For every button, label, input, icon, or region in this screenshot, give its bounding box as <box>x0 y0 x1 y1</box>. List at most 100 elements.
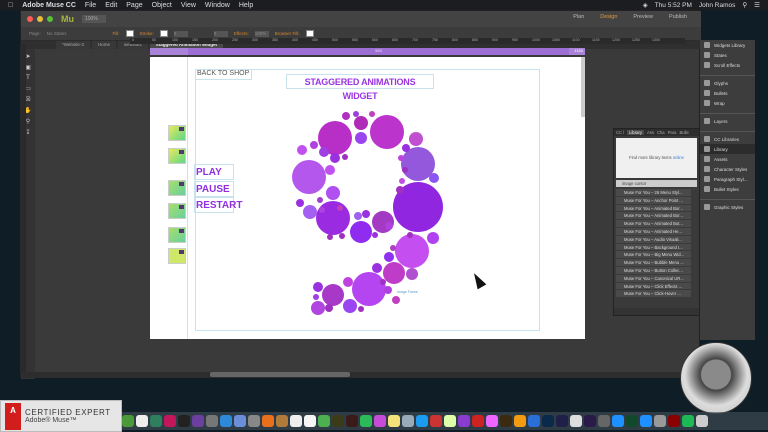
back-to-shop-link[interactable]: BACK TO SHOP <box>195 69 252 80</box>
wifi-icon[interactable]: ◈ <box>643 1 648 9</box>
panel-item-states[interactable]: States <box>700 50 755 60</box>
library-thumbnail[interactable] <box>168 203 186 219</box>
dock-app-icon[interactable] <box>276 415 288 427</box>
dock-app-icon[interactable] <box>178 415 190 427</box>
library-item[interactable]: Muse For You – Click-Hover ... <box>616 290 691 299</box>
text-tool-icon[interactable]: T <box>26 75 30 81</box>
dock-app-icon[interactable] <box>360 415 372 427</box>
menu-file[interactable]: File <box>85 2 96 9</box>
panel-item-character-styles[interactable]: Character Styles <box>700 164 755 174</box>
user-name[interactable]: John Ramos <box>699 2 736 9</box>
mode-publish[interactable]: Publish <box>669 14 687 20</box>
page-width-bar[interactable]: 960 1160 <box>150 48 585 55</box>
dock-app-icon[interactable] <box>430 415 442 427</box>
dock-app-icon[interactable] <box>136 415 148 427</box>
pause-button[interactable]: PAUSE <box>194 181 234 197</box>
dock-app-icon[interactable] <box>514 415 526 427</box>
notifications-icon[interactable]: ☰ <box>754 1 760 9</box>
library-item[interactable]: Muse For You – 26 Menu Styl... <box>616 189 691 197</box>
panel-item-layers[interactable]: Layers <box>700 116 755 126</box>
panel-item-bullet-styles[interactable]: Bullet Styles <box>700 184 755 194</box>
close-button[interactable] <box>27 16 33 22</box>
dock-app-icon[interactable] <box>682 415 694 427</box>
panel-item-scroll-effects[interactable]: Scroll Effects <box>700 60 755 70</box>
dock-app-icon[interactable] <box>262 415 274 427</box>
library-item[interactable]: Muse For You – Canonical UR... <box>616 274 691 283</box>
corner-radius-input[interactable]: 0 <box>213 30 228 37</box>
dock-app-icon[interactable] <box>150 415 162 427</box>
app-menu[interactable]: Adobe Muse CC <box>22 2 76 9</box>
dock-app-icon[interactable] <box>290 415 302 427</box>
panel-item-bullets[interactable]: Bullets <box>700 88 755 98</box>
page-state[interactable]: No States <box>47 31 67 36</box>
place-icon[interactable]: ↧ <box>25 129 30 136</box>
dock-app-icon[interactable] <box>248 415 260 427</box>
mode-design[interactable]: Design <box>600 14 617 20</box>
image-frame-tool-icon[interactable]: ☒ <box>25 96 30 103</box>
stroke-swatch[interactable] <box>159 30 168 37</box>
dock-app-icon[interactable] <box>500 415 512 427</box>
library-item[interactable]: Muse For You – Audio Visuali... <box>616 235 691 244</box>
dock-app-icon[interactable] <box>318 415 330 427</box>
dock-app-icon[interactable] <box>206 415 218 427</box>
restart-button[interactable]: RESTART <box>194 197 242 213</box>
tab-paragraph[interactable]: Para <box>668 130 677 135</box>
library-item[interactable]: Muse For You – Click Effects ... <box>616 282 691 291</box>
library-item[interactable]: Muse For You – Animated He... <box>616 227 691 236</box>
online-link[interactable]: online <box>673 155 684 160</box>
library-item[interactable]: Muse For You – Background I... <box>616 243 691 252</box>
rectangle-tool-icon[interactable]: ▭ <box>25 85 31 92</box>
dock-app-icon[interactable] <box>696 415 708 427</box>
panel-item-wrap[interactable]: Wrap <box>700 98 755 108</box>
panel-item-cc-libraries[interactable]: CC Libraries <box>700 134 755 144</box>
library-item[interactable]: Muse For You – Animated But... <box>616 220 691 228</box>
zoom-tool-icon[interactable]: ⚲ <box>26 118 30 125</box>
minimize-button[interactable] <box>37 16 43 22</box>
dock-app-icon[interactable] <box>486 415 498 427</box>
dock-app-icon[interactable] <box>192 415 204 427</box>
tab-cc-libraries[interactable]: CC l <box>616 130 624 135</box>
panel-item-glyphs[interactable]: Glyphs <box>700 78 755 88</box>
panel-item-widgets-library[interactable]: Widgets Library <box>700 40 755 50</box>
tab-library[interactable]: Library <box>627 130 644 135</box>
library-item[interactable]: Muse For You – Button Collec... <box>616 266 691 275</box>
horizontal-scrollbar[interactable] <box>22 372 702 378</box>
dock-app-icon[interactable] <box>220 415 232 427</box>
dock-app-icon[interactable] <box>332 415 344 427</box>
menu-edit[interactable]: Edit <box>105 2 117 9</box>
dock-app-icon[interactable] <box>416 415 428 427</box>
crop-tool-icon[interactable]: ▣ <box>25 64 31 71</box>
dock-app-icon[interactable] <box>374 415 386 427</box>
library-item[interactable]: Muse For You – Animated Bor... <box>616 204 691 213</box>
library-thumbnail[interactable] <box>168 248 186 264</box>
dock-app-icon[interactable] <box>612 415 624 427</box>
menu-help[interactable]: Help <box>239 2 253 9</box>
dock-app-icon[interactable] <box>444 415 456 427</box>
play-button[interactable]: PLAY <box>194 164 234 180</box>
selection-tool-icon[interactable]: ➤ <box>25 53 30 60</box>
dock-app-icon[interactable] <box>570 415 582 427</box>
dock-app-icon[interactable] <box>556 415 568 427</box>
panel-item-graphic-styles[interactable]: Graphic Styles <box>700 202 755 212</box>
dock-app-icon[interactable] <box>640 415 652 427</box>
dock-app-icon[interactable] <box>122 415 134 427</box>
dock-app-icon[interactable] <box>668 415 680 427</box>
clock[interactable]: Thu 5:52 PM <box>655 2 692 9</box>
library-search-input[interactable]: image cursor <box>616 180 697 187</box>
library-item[interactable]: Muse For You – Animated Bor... <box>616 212 691 221</box>
dock-app-icon[interactable] <box>402 415 414 427</box>
library-thumbnail[interactable] <box>168 227 186 243</box>
apple-icon[interactable]:  <box>8 2 13 9</box>
library-item[interactable]: Muse For You – Anchor Point ... <box>616 196 691 205</box>
dock-app-icon[interactable] <box>304 415 316 427</box>
dock-app-icon[interactable] <box>542 415 554 427</box>
mode-preview[interactable]: Preview <box>633 14 653 20</box>
library-item[interactable]: Muse For You – Bubble Menu ... <box>616 259 691 267</box>
dock-app-icon[interactable] <box>528 415 540 427</box>
dock-app-icon[interactable] <box>346 415 358 427</box>
tab-assets[interactable]: Ass <box>647 130 654 135</box>
panel-item-paragraph-styl[interactable]: Paragraph Styl... <box>700 174 755 184</box>
dock-app-icon[interactable] <box>234 415 246 427</box>
tab-character[interactable]: Cha <box>657 130 665 135</box>
zoom-select[interactable]: 100% <box>82 15 106 23</box>
